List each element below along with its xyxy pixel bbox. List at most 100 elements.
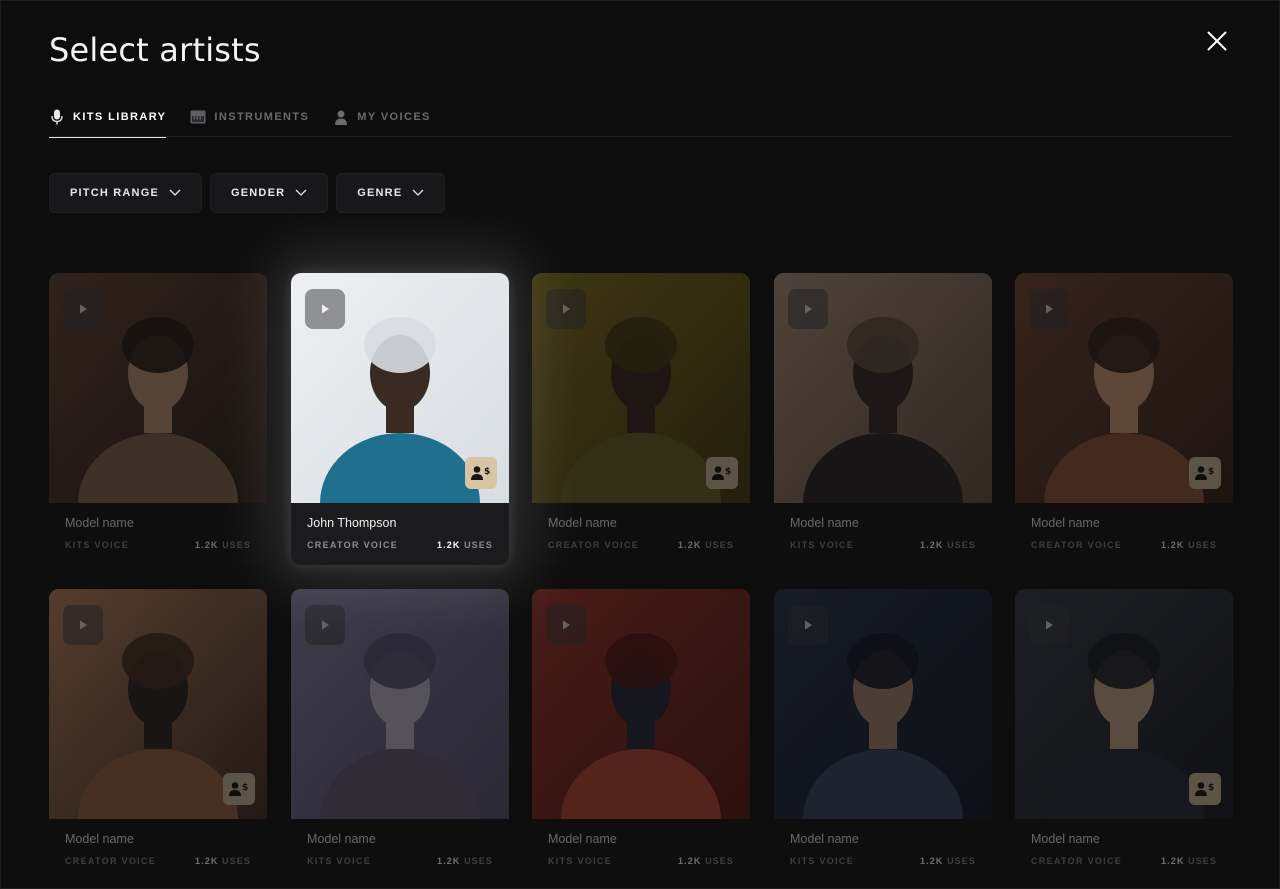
gender-dropdown[interactable]: GENDER [209,173,329,213]
tab-label: INSTRUMENTS [214,111,310,123]
play-icon [80,620,87,630]
uses-number: 1.2K [437,856,461,866]
artist-card[interactable]: $ John Thompson CREATOR VOICE 1.2K USES [291,273,509,565]
play-icon [80,304,87,314]
play-button[interactable] [788,605,828,645]
voice-type: CREATOR VOICE [1031,540,1123,550]
uses-label: USES [222,540,251,550]
uses-count: 1.2K USES [195,856,251,866]
creator-badge: $ [1189,773,1221,805]
select-artists-modal: Select artists KITS LIBRARY INSTRUMENTS … [0,0,1280,889]
voice-type: KITS VOICE [548,856,613,866]
uses-count: 1.2K USES [195,540,251,550]
chevron-down-icon [169,189,181,196]
artist-card[interactable]: $ Model name CREATOR VOICE 1.2K USES [532,273,750,565]
svg-text:$: $ [484,467,490,477]
play-button[interactable] [546,289,586,329]
uses-label: USES [705,540,734,550]
filter-label: GENRE [357,187,403,199]
play-icon [805,620,812,630]
creator-voice-icon: $ [471,466,490,480]
creator-voice-icon: $ [1195,782,1214,796]
play-button[interactable] [546,605,586,645]
play-button[interactable] [305,605,345,645]
artist-name: Model name [65,516,134,530]
artist-card[interactable]: $ Model name CREATOR VOICE 1.2K USES [1015,589,1233,881]
uses-number: 1.2K [1161,540,1185,550]
svg-text:$: $ [1208,783,1214,793]
uses-count: 1.2K USES [678,856,734,866]
chevron-down-icon [412,189,424,196]
voice-type: KITS VOICE [790,856,855,866]
tab-label: KITS LIBRARY [73,111,167,123]
artist-card[interactable]: Model name KITS VOICE 1.2K USES [49,273,267,565]
artist-name: Model name [548,516,617,530]
uses-count: 1.2K USES [1161,856,1217,866]
creator-badge: $ [223,773,255,805]
artist-name: Model name [790,832,859,846]
play-icon [563,304,570,314]
artist-card[interactable]: Model name KITS VOICE 1.2K USES [774,589,992,881]
voice-type: CREATOR VOICE [307,540,399,550]
tab-kits-library[interactable]: KITS LIBRARY [49,97,167,138]
uses-count: 1.2K USES [437,540,493,550]
uses-label: USES [705,856,734,866]
play-icon [563,620,570,630]
play-icon [322,620,329,630]
artist-name: Model name [1031,516,1100,530]
user-icon [333,109,349,125]
artist-card[interactable]: $ Model name CREATOR VOICE 1.2K USES [49,589,267,881]
play-button[interactable] [788,289,828,329]
microphone-icon [49,109,65,125]
uses-number: 1.2K [437,540,461,550]
uses-count: 1.2K USES [920,856,976,866]
uses-label: USES [1188,856,1217,866]
voice-type: CREATOR VOICE [1031,856,1123,866]
artist-card[interactable]: $ Model name CREATOR VOICE 1.2K USES [1015,273,1233,565]
creator-badge: $ [1189,457,1221,489]
uses-number: 1.2K [1161,856,1185,866]
play-button[interactable] [63,605,103,645]
piano-icon [190,109,206,125]
pitch-range-dropdown[interactable]: PITCH RANGE [49,173,202,213]
filter-bar: PITCH RANGE GENDER GENRE [49,173,446,213]
creator-voice-icon: $ [1195,466,1214,480]
uses-count: 1.2K USES [678,540,734,550]
play-button[interactable] [1029,605,1069,645]
tab-instruments[interactable]: INSTRUMENTS [190,97,309,137]
artist-card[interactable]: Model name KITS VOICE 1.2K USES [532,589,750,881]
uses-label: USES [1188,540,1217,550]
filter-label: GENDER [230,187,286,199]
voice-type: KITS VOICE [307,856,372,866]
uses-number: 1.2K [920,856,944,866]
play-button[interactable] [1029,289,1069,329]
artist-name: Model name [65,832,134,846]
filter-label: PITCH RANGE [70,187,159,199]
voice-type: CREATOR VOICE [548,540,640,550]
uses-number: 1.2K [195,540,219,550]
tab-bar: KITS LIBRARY INSTRUMENTS MY VOICES [49,97,1233,138]
voice-type: KITS VOICE [790,540,855,550]
tab-label: MY VOICES [357,111,431,123]
page-title: Select artists [49,31,261,69]
creator-voice-icon: $ [712,466,731,480]
play-icon [805,304,812,314]
play-button[interactable] [305,289,345,329]
artist-name: Model name [307,832,376,846]
play-icon [1046,304,1053,314]
artist-card[interactable]: Model name KITS VOICE 1.2K USES [774,273,992,565]
genre-dropdown[interactable]: GENRE [336,173,446,213]
artist-name: Model name [790,516,859,530]
voice-type: CREATOR VOICE [65,856,157,866]
uses-number: 1.2K [678,856,702,866]
creator-voice-icon: $ [229,782,248,796]
voice-type: KITS VOICE [65,540,130,550]
close-icon[interactable] [1203,27,1231,55]
uses-label: USES [947,540,976,550]
creator-badge: $ [465,457,497,489]
chevron-down-icon [295,189,307,196]
tab-my-voices[interactable]: MY VOICES [333,97,431,137]
play-button[interactable] [63,289,103,329]
artist-card[interactable]: Model name KITS VOICE 1.2K USES [291,589,509,881]
uses-label: USES [464,540,493,550]
